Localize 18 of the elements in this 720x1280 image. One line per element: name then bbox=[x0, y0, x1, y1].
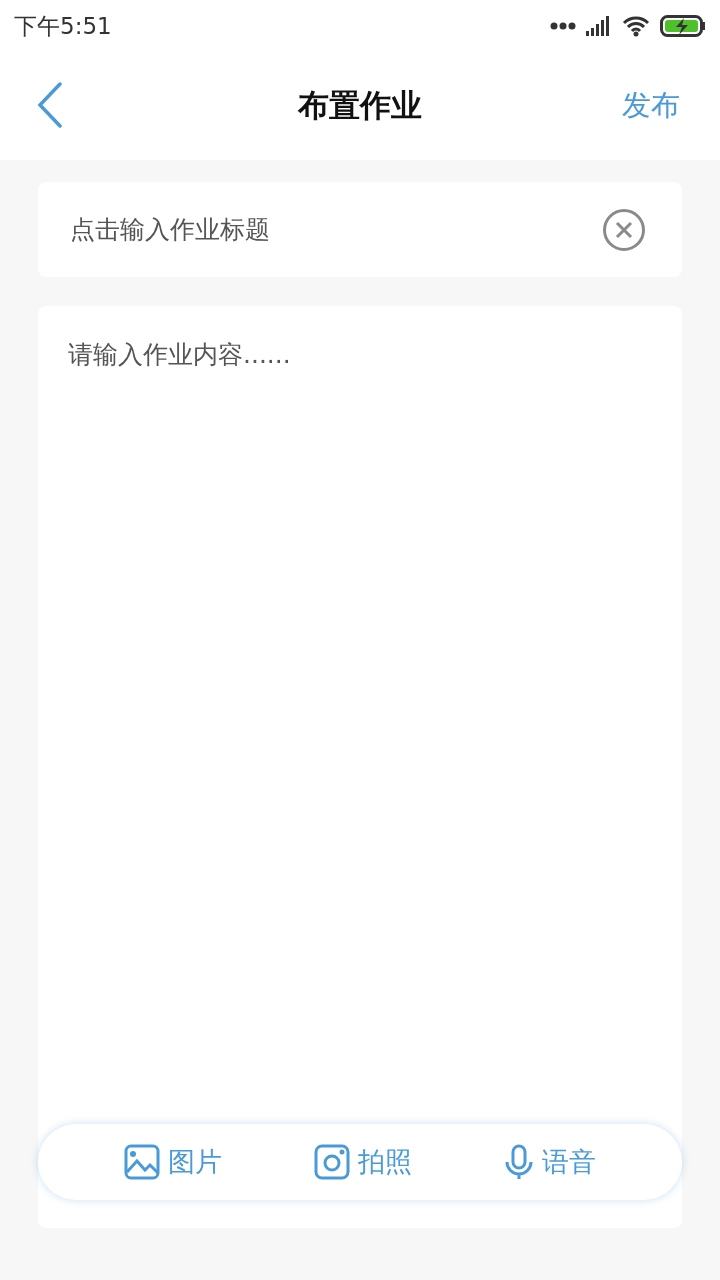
camera-icon bbox=[314, 1144, 350, 1180]
more-icon bbox=[550, 22, 576, 30]
microphone-icon bbox=[504, 1144, 534, 1180]
clear-button[interactable] bbox=[602, 207, 646, 252]
attachment-button[interactable]: 图片 bbox=[124, 1144, 222, 1180]
status-time: 下午5:51 bbox=[14, 11, 112, 41]
publish-button[interactable]: 发布 bbox=[622, 86, 680, 126]
content-field[interactable]: 请输入作业内容...... bbox=[38, 306, 682, 1124]
image-icon bbox=[124, 1144, 160, 1180]
title-card[interactable]: 点击输入作业标题 bbox=[38, 182, 682, 277]
page-title: 布置作业 bbox=[298, 86, 422, 125]
title-field[interactable]: 点击输入作业标题 bbox=[68, 214, 602, 245]
wifi-icon bbox=[622, 15, 650, 37]
battery-icon bbox=[660, 15, 706, 37]
signal-icon bbox=[586, 16, 612, 36]
attachment-button[interactable]: 语音 bbox=[504, 1144, 596, 1180]
attachment-button[interactable]: 拍照 bbox=[314, 1144, 412, 1180]
content-card[interactable]: 请输入作业内容...... 图片 拍照 语音 bbox=[38, 306, 682, 1228]
